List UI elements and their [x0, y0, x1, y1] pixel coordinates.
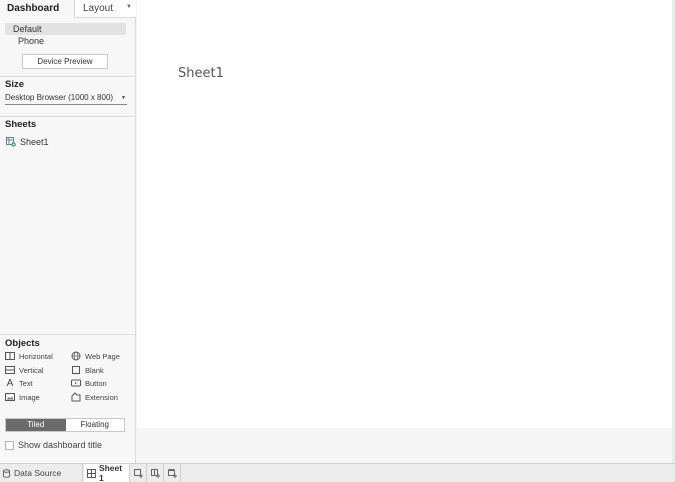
tab-dashboard[interactable]: Dashboard [0, 0, 74, 18]
tab-sheet-1[interactable]: Sheet 1 [84, 463, 130, 482]
floating-button[interactable]: Floating [66, 419, 125, 431]
tab-layout[interactable]: Layout ▼ [74, 0, 136, 18]
new-worksheet-icon [134, 468, 143, 478]
extension-icon [71, 392, 81, 402]
device-phone[interactable]: Phone [18, 36, 44, 46]
new-story-icon [168, 468, 177, 478]
vertical-container-icon [5, 366, 15, 374]
object-text[interactable]: A Text [5, 377, 33, 389]
sheet-title: Sheet1 [178, 66, 224, 81]
object-web-page[interactable]: Web Page [71, 351, 120, 361]
worksheet-icon [6, 137, 16, 147]
sheet-list-item[interactable]: Sheet1 [6, 136, 49, 148]
object-button[interactable]: Button [71, 378, 107, 388]
globe-icon [71, 351, 81, 361]
sheets-section-title: Sheets [5, 119, 37, 130]
layout-mode-toggle: Tiled Floating [5, 418, 125, 432]
objects-section-title: Objects [5, 338, 40, 349]
divider [0, 334, 136, 335]
show-title-checkbox[interactable] [5, 440, 14, 450]
size-dropdown[interactable]: Desktop Browser (1000 x 800) ▼ [5, 93, 127, 105]
object-label: Vertical [19, 365, 44, 375]
object-label: Web Page [85, 351, 120, 361]
tiled-button[interactable]: Tiled [6, 419, 66, 431]
object-extension[interactable]: Extension [71, 392, 118, 402]
object-label: Image [19, 392, 40, 402]
size-section-title: Size [5, 79, 25, 90]
text-icon: A [6, 377, 14, 389]
show-title-option[interactable]: Show dashboard title [5, 440, 102, 450]
new-dashboard-button[interactable] [148, 464, 164, 482]
tab-data-source[interactable]: Data Source [0, 464, 83, 482]
show-title-label: Show dashboard title [18, 440, 103, 450]
database-icon [3, 468, 10, 478]
object-label: Text [19, 378, 33, 388]
chevron-down-icon: ▼ [126, 4, 132, 10]
button-icon [71, 379, 81, 387]
object-blank[interactable]: Blank [71, 365, 104, 375]
image-icon [5, 393, 15, 401]
object-label: Extension [85, 392, 118, 402]
sheet-tab-bar: Data Source Sheet 1 [0, 463, 675, 482]
object-vertical[interactable]: Vertical [5, 365, 44, 375]
sheet-list-item-label: Sheet1 [20, 137, 49, 147]
object-label: Blank [85, 365, 104, 375]
tab-sheet-1-label: Sheet 1 [98, 463, 123, 482]
horizontal-container-icon [5, 352, 15, 360]
chevron-down-icon: ▼ [121, 95, 126, 101]
device-default[interactable]: Default [5, 23, 126, 35]
object-label: Horizontal [19, 351, 53, 361]
new-story-button[interactable] [165, 464, 181, 482]
divider [0, 116, 136, 117]
size-dropdown-value: Desktop Browser (1000 x 800) [5, 93, 114, 102]
panel-tabs: Dashboard Layout ▼ [0, 0, 136, 18]
object-image[interactable]: Image [5, 392, 40, 402]
object-horizontal[interactable]: Horizontal [5, 351, 53, 361]
new-worksheet-button[interactable] [131, 464, 147, 482]
new-dashboard-icon [151, 468, 160, 478]
dashboard-side-panel: Dashboard Layout ▼ Default Phone Device … [0, 0, 136, 463]
object-label: Button [85, 378, 107, 388]
divider [0, 76, 136, 77]
tab-layout-label: Layout [83, 3, 114, 14]
device-preview-button[interactable]: Device Preview [22, 54, 108, 69]
dashboard-grid-icon [87, 468, 96, 478]
tab-data-source-label: Data Source [14, 468, 62, 478]
blank-icon [72, 366, 80, 374]
dashboard-canvas[interactable]: Sheet1 [137, 0, 672, 428]
